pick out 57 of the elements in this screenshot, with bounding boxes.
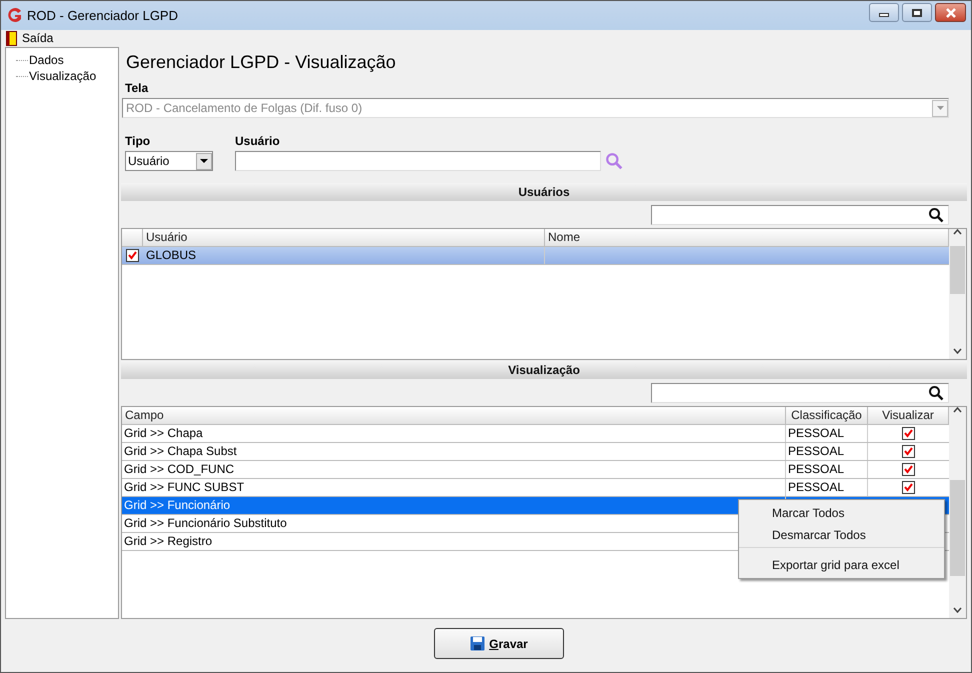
grid-row[interactable]: Grid >> FUNC SUBST PESSOAL <box>122 479 949 497</box>
tela-label: Tela <box>124 80 150 97</box>
column-header[interactable]: Campo <box>122 407 786 425</box>
grid-row[interactable]: Grid >> Chapa Subst PESSOAL <box>122 443 949 461</box>
dropdown-value: ROD - Cancelamento de Folgas (Dif. fuso 0) <box>126 100 362 117</box>
table-cell: PESSOAL <box>786 425 868 442</box>
table-cell: Grid >> Chapa Subst <box>122 443 786 460</box>
grid-row[interactable]: Grid >> COD_FUNC PESSOAL <box>122 461 949 479</box>
restore-icon <box>912 8 922 16</box>
table-cell: GLOBUS <box>143 247 545 264</box>
column-header <box>122 229 143 247</box>
search-icon <box>928 206 944 222</box>
scroll-thumb[interactable] <box>950 480 965 576</box>
checkbox[interactable] <box>902 445 915 458</box>
search-icon <box>928 384 944 400</box>
close-icon <box>944 8 956 18</box>
filter-field[interactable] <box>651 204 949 224</box>
search-icon <box>605 152 623 170</box>
menu-item[interactable]: Exportar grid para excel <box>739 547 944 576</box>
usuario-label: Usuário <box>235 133 281 150</box>
column-header[interactable]: Nome <box>545 229 949 247</box>
checkbox[interactable] <box>902 427 915 440</box>
scrollbar[interactable] <box>949 229 966 359</box>
section-header: Visualização <box>121 361 967 379</box>
maximize-button[interactable] <box>902 3 932 22</box>
close-button[interactable] <box>935 3 966 22</box>
table-cell: Grid >> FUNC SUBST <box>122 479 786 496</box>
grid-row[interactable]: GLOBUS <box>122 247 949 265</box>
tipo-label: Tipo <box>125 133 152 150</box>
minimize-button[interactable] <box>869 3 899 22</box>
column-header[interactable]: Classificação <box>786 407 868 425</box>
column-header[interactable]: Usuário <box>143 229 545 247</box>
usuario-field[interactable] <box>235 151 601 171</box>
table-cell: PESSOAL <box>786 443 868 460</box>
checkbox[interactable] <box>902 463 915 476</box>
app-logo-icon <box>6 7 23 24</box>
grid-row[interactable]: Grid >> Chapa PESSOAL <box>122 425 949 443</box>
tree-item[interactable]: Visualização <box>29 67 96 85</box>
scrollbar[interactable] <box>949 407 966 618</box>
section-header: Usuários <box>121 183 967 201</box>
menu-item[interactable]: Saída <box>6 29 54 47</box>
exit-door-icon <box>6 30 17 46</box>
table-cell: Grid >> COD_FUNC <box>122 461 786 478</box>
save-button[interactable]: Gravar <box>434 628 564 659</box>
table-cell: PESSOAL <box>786 461 868 478</box>
table-cell: Grid >> Chapa <box>122 425 786 442</box>
filter-field[interactable] <box>651 382 949 402</box>
window-title: ROD - Gerenciador LGPD <box>27 6 179 25</box>
minimize-icon <box>879 12 889 16</box>
page-heading: Gerenciador LGPD - Visualização <box>125 51 397 74</box>
tree-item[interactable]: Dados <box>29 51 64 69</box>
checkbox[interactable] <box>902 481 915 494</box>
tipo-dropdown[interactable]: Usuário <box>125 151 213 171</box>
checkbox[interactable] <box>126 249 139 262</box>
table-cell: PESSOAL <box>786 479 868 496</box>
column-header[interactable]: Visualizar <box>868 407 949 425</box>
scroll-thumb[interactable] <box>950 246 965 294</box>
